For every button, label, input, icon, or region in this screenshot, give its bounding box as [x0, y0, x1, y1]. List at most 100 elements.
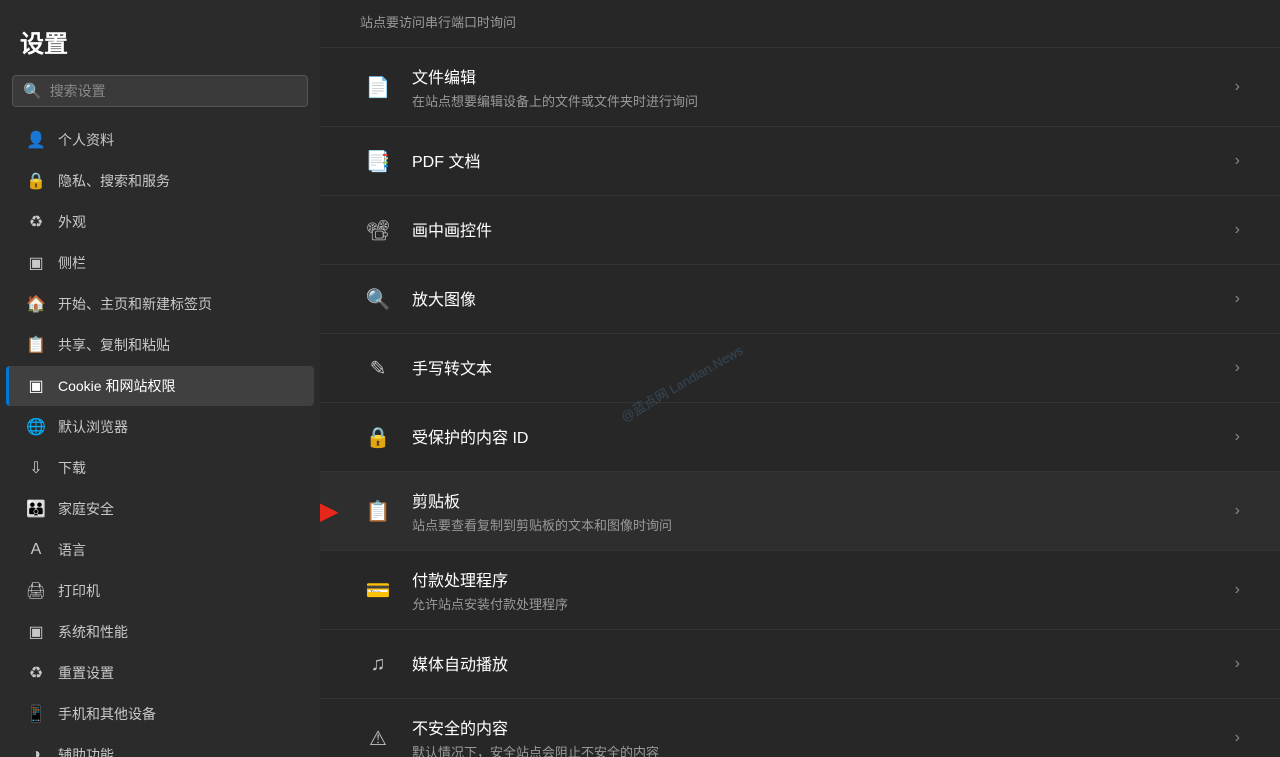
item-content-unsafe: 不安全的内容 默认情况下，安全站点会阻止不安全的内容 — [412, 715, 1223, 757]
sidebar-item-label-downloads: 下载 — [58, 458, 86, 478]
file-edit-icon: 📄 — [360, 69, 396, 105]
item-content-payment: 付款处理程序 允许站点安装付款处理程序 — [412, 567, 1223, 613]
item-desc-payment: 允许站点安装付款处理程序 — [412, 594, 1223, 613]
sidebar-item-label-mobile: 手机和其他设备 — [58, 704, 156, 724]
sidebar-item-label-family: 家庭安全 — [58, 499, 114, 519]
sidebar-item-privacy[interactable]: 🔒 隐私、搜索和服务 — [6, 161, 314, 201]
search-box[interactable]: 🔍 — [12, 75, 308, 107]
pdf-icon: 📑 — [360, 143, 396, 179]
sidebar-item-sidebar[interactable]: ▣ 侧栏 — [6, 243, 314, 283]
sidebar-item-label-default-browser: 默认浏览器 — [58, 417, 128, 437]
item-content-media-autoplay: 媒体自动播放 — [412, 651, 1223, 678]
red-arrow-icon: ► — [320, 490, 346, 532]
chevron-icon-handwriting: › — [1235, 359, 1240, 377]
sidebar-item-profile[interactable]: 👤 个人资料 — [6, 120, 314, 160]
sidebar-item-default-browser[interactable]: 🌐 默认浏览器 — [6, 407, 314, 447]
settings-list: 📄 文件编辑 在站点想要编辑设备上的文件或文件夹时进行询问 › 📑 PDF 文档… — [320, 48, 1280, 757]
unsafe-icon: ⚠ — [360, 720, 396, 756]
startup-icon: 🏠 — [26, 294, 46, 314]
settings-item-media-autoplay[interactable]: ♫ 媒体自动播放 › — [320, 630, 1280, 699]
privacy-icon: 🔒 — [26, 171, 46, 191]
settings-item-drm[interactable]: 🔒 受保护的内容 ID › — [320, 403, 1280, 472]
sidebar-item-label-printer: 打印机 — [58, 581, 100, 601]
search-input[interactable] — [50, 83, 297, 99]
item-title-media-autoplay: 媒体自动播放 — [412, 651, 1223, 675]
chevron-icon-pdf: › — [1235, 152, 1240, 170]
chevron-icon-payment: › — [1235, 581, 1240, 599]
language-icon: A — [26, 540, 46, 560]
settings-item-file-edit[interactable]: 📄 文件编辑 在站点想要编辑设备上的文件或文件夹时进行询问 › — [320, 48, 1280, 127]
sidebar-item-mobile[interactable]: 📱 手机和其他设备 — [6, 694, 314, 734]
zoom-icon: 🔍 — [360, 281, 396, 317]
sidebar-item-reset[interactable]: ♻ 重置设置 — [6, 653, 314, 693]
item-title-clipboard: 剪贴板 — [412, 488, 1223, 512]
settings-item-pdf[interactable]: 📑 PDF 文档 › — [320, 127, 1280, 196]
item-title-pdf: PDF 文档 — [412, 148, 1223, 172]
sidebar-item-appearance[interactable]: ♻ 外观 — [6, 202, 314, 242]
sidebar-item-label-profile: 个人资料 — [58, 130, 114, 150]
sidebar-item-language[interactable]: A 语言 — [6, 530, 314, 570]
item-desc-file-edit: 在站点想要编辑设备上的文件或文件夹时进行询问 — [412, 91, 1223, 110]
top-description: 站点要访问串行端口时询问 — [320, 0, 1280, 48]
sidebar-item-label-sidebar: 侧栏 — [58, 253, 86, 273]
item-title-payment: 付款处理程序 — [412, 567, 1223, 591]
sidebar: 设置 🔍 👤 个人资料 🔒 隐私、搜索和服务 ♻ 外观 ▣ 侧栏 🏠 开始、主页… — [0, 0, 320, 757]
sidebar-item-label-privacy: 隐私、搜索和服务 — [58, 171, 170, 191]
sidebar-item-label-language: 语言 — [58, 540, 86, 560]
sidebar-item-label-accessibility: 辅助功能 — [58, 745, 114, 757]
chevron-icon-media-autoplay: › — [1235, 655, 1240, 673]
item-content-file-edit: 文件编辑 在站点想要编辑设备上的文件或文件夹时进行询问 — [412, 64, 1223, 110]
appearance-icon: ♻ — [26, 212, 46, 232]
default-browser-icon: 🌐 — [26, 417, 46, 437]
sidebar-item-share[interactable]: 📋 共享、复制和粘贴 — [6, 325, 314, 365]
sidebar-item-label-system: 系统和性能 — [58, 622, 128, 642]
printer-icon: 🖨 — [26, 581, 46, 601]
chevron-icon-zoom: › — [1235, 290, 1240, 308]
sidebar-item-label-startup: 开始、主页和新建标签页 — [58, 294, 212, 314]
handwriting-icon: ✎ — [360, 350, 396, 386]
sidebar-item-startup[interactable]: 🏠 开始、主页和新建标签页 — [6, 284, 314, 324]
settings-item-payment[interactable]: 💳 付款处理程序 允许站点安装付款处理程序 › — [320, 551, 1280, 630]
item-desc-clipboard: 站点要查看复制到剪贴板的文本和图像时询问 — [412, 515, 1223, 534]
item-desc-unsafe: 默认情况下，安全站点会阻止不安全的内容 — [412, 742, 1223, 757]
search-icon: 🔍 — [23, 82, 42, 100]
payment-icon: 💳 — [360, 572, 396, 608]
chevron-icon-file-edit: › — [1235, 78, 1240, 96]
sidebar-item-label-appearance: 外观 — [58, 212, 86, 232]
share-icon: 📋 — [26, 335, 46, 355]
settings-item-zoom[interactable]: 🔍 放大图像 › — [320, 265, 1280, 334]
sidebar-item-printer[interactable]: 🖨 打印机 — [6, 571, 314, 611]
sidebar-icon: ▣ — [26, 253, 46, 273]
chevron-icon-drm: › — [1235, 428, 1240, 446]
system-icon: ▣ — [26, 622, 46, 642]
sidebar-item-cookies[interactable]: ▣ Cookie 和网站权限 — [6, 366, 314, 406]
chevron-icon-pip: › — [1235, 221, 1240, 239]
settings-item-pip[interactable]: 📽 画中画控件 › — [320, 196, 1280, 265]
drm-icon: 🔒 — [360, 419, 396, 455]
item-title-drm: 受保护的内容 ID — [412, 424, 1223, 448]
settings-item-handwriting[interactable]: ✎ 手写转文本 › — [320, 334, 1280, 403]
item-title-file-edit: 文件编辑 — [412, 64, 1223, 88]
item-content-handwriting: 手写转文本 — [412, 355, 1223, 382]
sidebar-item-accessibility[interactable]: ◑ 辅助功能 — [6, 735, 314, 757]
settings-item-unsafe[interactable]: ⚠ 不安全的内容 默认情况下，安全站点会阻止不安全的内容 › — [320, 699, 1280, 757]
pip-icon: 📽 — [360, 212, 396, 248]
profile-icon: 👤 — [26, 130, 46, 150]
sidebar-item-downloads[interactable]: ⇩ 下载 — [6, 448, 314, 488]
media-autoplay-icon: ♫ — [360, 646, 396, 682]
sidebar-item-family[interactable]: 👪 家庭安全 — [6, 489, 314, 529]
chevron-icon-clipboard: › — [1235, 502, 1240, 520]
settings-item-clipboard[interactable]: ► 📋 剪贴板 站点要查看复制到剪贴板的文本和图像时询问 › — [320, 472, 1280, 551]
accessibility-icon: ◑ — [26, 745, 46, 757]
clipboard-icon: 📋 — [360, 493, 396, 529]
item-content-pdf: PDF 文档 — [412, 148, 1223, 175]
sidebar-item-system[interactable]: ▣ 系统和性能 — [6, 612, 314, 652]
item-title-zoom: 放大图像 — [412, 286, 1223, 310]
item-content-zoom: 放大图像 — [412, 286, 1223, 313]
sidebar-item-label-cookies: Cookie 和网站权限 — [58, 376, 175, 396]
sidebar-item-label-reset: 重置设置 — [58, 663, 114, 683]
reset-icon: ♻ — [26, 663, 46, 683]
page-title: 设置 — [0, 0, 320, 75]
item-content-clipboard: 剪贴板 站点要查看复制到剪贴板的文本和图像时询问 — [412, 488, 1223, 534]
item-content-drm: 受保护的内容 ID — [412, 424, 1223, 451]
